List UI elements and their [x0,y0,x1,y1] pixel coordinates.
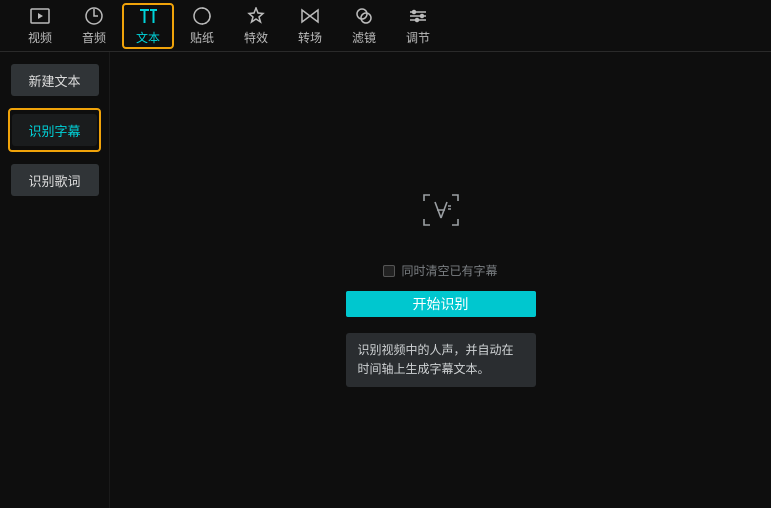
nav-item-sticker[interactable]: 贴纸 [176,3,228,49]
main-panel: 同时清空已有字幕 开始识别 识别视频中的人声，并自动在时间轴上生成字幕文本。 [110,52,771,508]
sidebar: 新建文本 识别字幕 识别歌词 [0,52,110,508]
nav-item-text[interactable]: 文本 [122,3,174,49]
clear-subtitles-checkbox[interactable]: 同时清空已有字幕 [383,262,497,279]
nav-label: 贴纸 [190,29,214,46]
nav-item-fx[interactable]: 特效 [230,3,282,49]
fx-icon [247,6,265,26]
nav-item-filter[interactable]: 滤镜 [338,3,390,49]
checkbox-label: 同时清空已有字幕 [401,262,497,279]
nav-item-audio[interactable]: 音频 [68,3,120,49]
hint-text: 识别视频中的人声，并自动在时间轴上生成字幕文本。 [346,333,536,387]
nav-label: 音频 [82,29,106,46]
caption-scan-icon [421,192,461,228]
sidebar-highlight: 识别字幕 [8,108,101,152]
sidebar-item-new-text[interactable]: 新建文本 [11,64,99,96]
video-icon [30,6,50,26]
nav-item-transition[interactable]: 转场 [284,3,336,49]
start-recognize-button[interactable]: 开始识别 [346,291,536,317]
nav-label: 视频 [28,29,52,46]
sticker-icon [193,6,211,26]
checkbox-box [383,265,395,277]
sidebar-item-label: 新建文本 [28,71,80,90]
filter-icon [355,6,373,26]
start-button-label: 开始识别 [413,296,469,312]
nav-item-video[interactable]: 视频 [14,3,66,49]
nav-label: 调节 [406,29,430,46]
transition-icon [300,6,320,26]
nav-item-adjust[interactable]: 调节 [392,3,444,49]
nav-label: 文本 [136,29,160,46]
text-icon [138,6,158,26]
nav-label: 滤镜 [352,29,376,46]
nav-label: 转场 [298,29,322,46]
sidebar-item-label: 识别字幕 [28,121,80,140]
audio-icon [85,6,103,26]
sidebar-item-label: 识别歌词 [28,171,80,190]
top-nav: 视频 音频 文本 贴纸 特效 转场 滤镜 [0,0,771,52]
sidebar-item-recognize-subtitle[interactable]: 识别字幕 [12,114,97,146]
adjust-icon [408,6,428,26]
sidebar-item-recognize-lyrics[interactable]: 识别歌词 [11,164,99,196]
nav-label: 特效 [244,29,268,46]
